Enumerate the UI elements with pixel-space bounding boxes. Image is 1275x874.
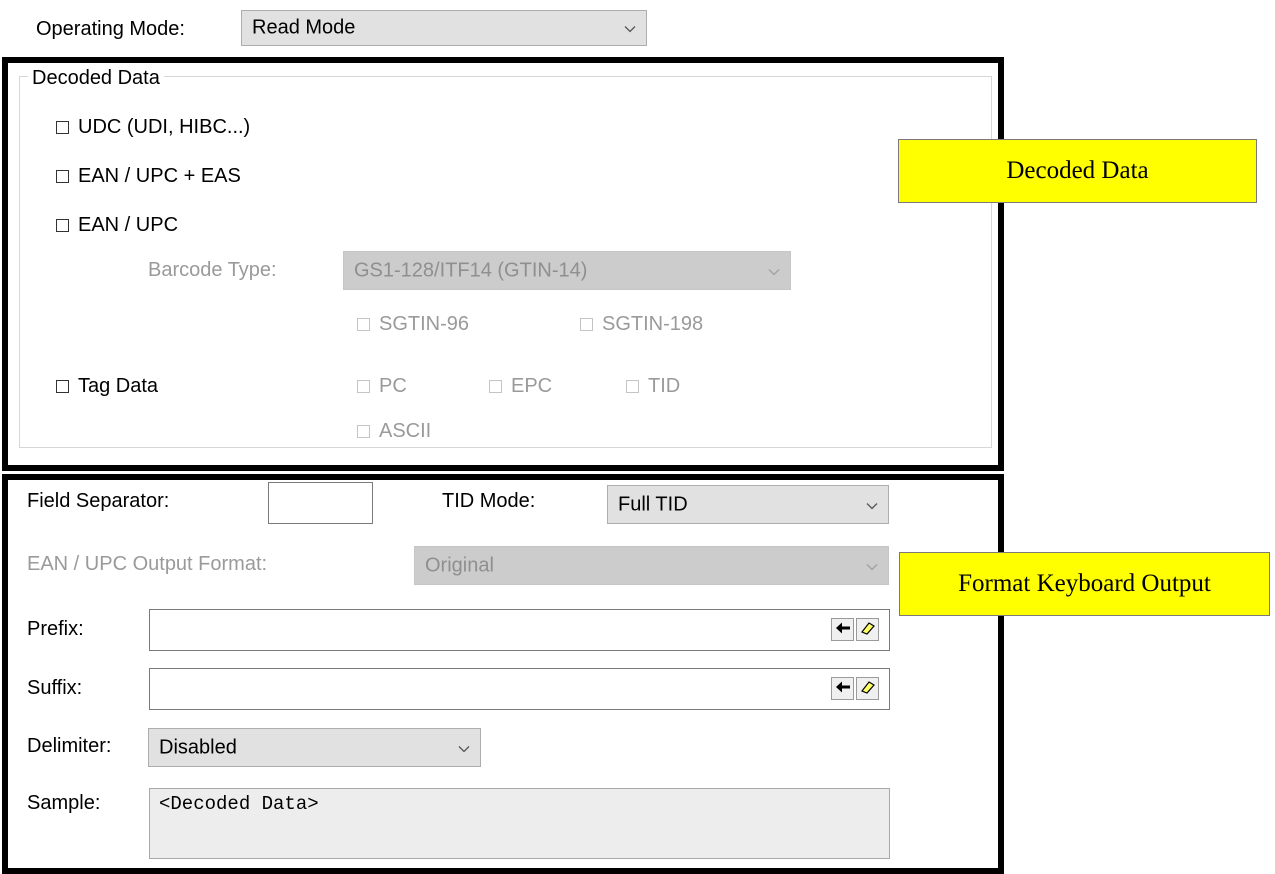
- tid-mode-value: Full TID: [618, 493, 688, 515]
- decoded-data-title: Decoded Data: [28, 66, 164, 90]
- operating-mode-label: Operating Mode:: [36, 18, 185, 40]
- checkbox-ean-upc-eas-label: EAN / UPC + EAS: [78, 165, 241, 187]
- checkbox-pc[interactable]: PC: [357, 375, 407, 398]
- checkbox-ean-upc-eas[interactable]: EAN / UPC + EAS: [56, 165, 241, 188]
- checkbox-udc[interactable]: UDC (UDI, HIBC...): [56, 116, 250, 139]
- checkbox-tid[interactable]: TID: [626, 375, 680, 398]
- checkbox-box[interactable]: [580, 318, 593, 331]
- checkbox-ascii[interactable]: ASCII: [357, 420, 431, 443]
- delimiter-value: Disabled: [159, 736, 237, 758]
- prefix-label: Prefix:: [27, 618, 84, 640]
- arrow-left-icon: [835, 618, 851, 641]
- field-separator-input[interactable]: [268, 482, 373, 524]
- checkbox-box[interactable]: [357, 425, 370, 438]
- sample-label: Sample:: [27, 792, 101, 814]
- suffix-label: Suffix:: [27, 677, 83, 699]
- chevron-down-icon: [458, 736, 470, 759]
- checkbox-box[interactable]: [357, 318, 370, 331]
- ean-output-format-value: Original: [425, 554, 494, 576]
- operating-mode-value: Read Mode: [252, 16, 356, 39]
- delimiter-label: Delimiter:: [27, 735, 112, 757]
- barcode-type-label: Barcode Type:: [148, 259, 277, 281]
- chevron-down-icon: [866, 493, 878, 516]
- checkbox-box[interactable]: [56, 121, 69, 134]
- tid-mode-select[interactable]: Full TID: [607, 485, 889, 524]
- chevron-down-icon: [624, 17, 636, 40]
- arrow-left-icon: [835, 677, 851, 700]
- checkbox-epc[interactable]: EPC: [489, 375, 552, 398]
- ean-output-format-select[interactable]: Original: [414, 546, 889, 585]
- delimiter-select[interactable]: Disabled: [148, 728, 481, 767]
- checkbox-box[interactable]: [626, 380, 639, 393]
- ean-output-format-label: EAN / UPC Output Format:: [27, 553, 268, 575]
- checkbox-tag-data-label: Tag Data: [78, 375, 159, 397]
- checkbox-epc-label: EPC: [511, 375, 553, 397]
- prefix-clear-button[interactable]: [856, 618, 879, 641]
- prefix-input[interactable]: [149, 609, 890, 651]
- tid-mode-label: TID Mode:: [442, 490, 536, 512]
- callout-format-keyboard-output: Format Keyboard Output: [899, 552, 1270, 616]
- checkbox-sgtin-198-label: SGTIN-198: [602, 313, 704, 335]
- operating-mode-select[interactable]: Read Mode: [241, 10, 647, 46]
- chevron-down-icon: [768, 259, 780, 282]
- checkbox-pc-label: PC: [379, 375, 407, 397]
- checkbox-tid-label: TID: [648, 375, 681, 397]
- checkbox-udc-label: UDC (UDI, HIBC...): [78, 116, 251, 138]
- checkbox-sgtin-96[interactable]: SGTIN-96: [357, 313, 469, 336]
- barcode-type-value: GS1-128/ITF14 (GTIN-14): [354, 259, 588, 281]
- chevron-down-icon: [866, 554, 878, 577]
- checkbox-box[interactable]: [56, 170, 69, 183]
- checkbox-sgtin-96-label: SGTIN-96: [379, 313, 470, 335]
- checkbox-box[interactable]: [56, 380, 69, 393]
- checkbox-tag-data[interactable]: Tag Data: [56, 375, 158, 398]
- checkbox-ean-upc-label: EAN / UPC: [78, 214, 179, 236]
- checkbox-box[interactable]: [357, 380, 370, 393]
- suffix-insert-button[interactable]: [831, 677, 854, 700]
- field-separator-label: Field Separator:: [27, 490, 170, 512]
- eraser-icon: [860, 618, 876, 641]
- checkbox-ean-upc[interactable]: EAN / UPC: [56, 214, 178, 237]
- barcode-type-select[interactable]: GS1-128/ITF14 (GTIN-14): [343, 251, 791, 290]
- checkbox-box[interactable]: [56, 219, 69, 232]
- prefix-insert-button[interactable]: [831, 618, 854, 641]
- checkbox-sgtin-198[interactable]: SGTIN-198: [580, 313, 703, 336]
- suffix-clear-button[interactable]: [856, 677, 879, 700]
- callout-decoded-data: Decoded Data: [898, 139, 1257, 203]
- checkbox-box[interactable]: [489, 380, 502, 393]
- suffix-input[interactable]: [149, 668, 890, 710]
- eraser-icon: [860, 677, 876, 700]
- sample-output: <Decoded Data>: [149, 788, 890, 859]
- checkbox-ascii-label: ASCII: [379, 420, 432, 442]
